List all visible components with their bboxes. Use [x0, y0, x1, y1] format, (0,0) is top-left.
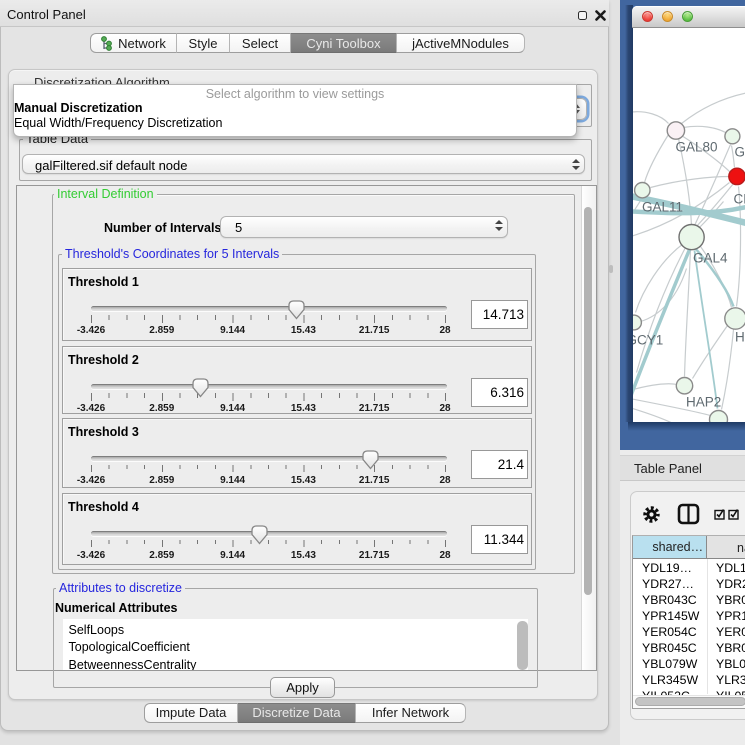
svg-text:HAP2: HAP2	[686, 394, 721, 409]
svg-text:GAL2: GAL2	[734, 144, 745, 159]
svg-text:GAL11: GAL11	[642, 199, 683, 214]
svg-text:GCY1: GCY1	[633, 332, 663, 347]
svg-text:CRP: CRP	[733, 191, 745, 206]
svg-text:GAL4: GAL4	[693, 250, 728, 265]
svg-text:GAL80: GAL80	[675, 139, 717, 154]
svg-text:HIS4: HIS4	[735, 329, 745, 344]
